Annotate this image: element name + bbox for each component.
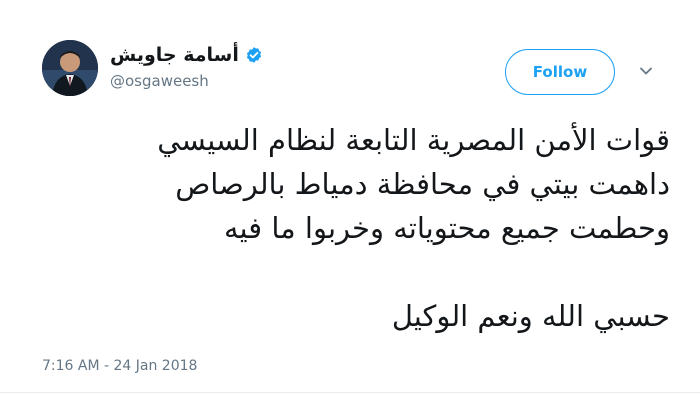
- avatar[interactable]: [42, 40, 98, 96]
- profile-photo-icon: [42, 40, 98, 96]
- tweet-text-line: قوات الأمن المصرية التابعة لنظام السيسي: [157, 123, 670, 157]
- tweet-card: أسامة جاويش @osgaweesh Follow قوات الأمن…: [0, 0, 700, 400]
- chevron-down-icon[interactable]: [639, 64, 653, 78]
- verified-badge-icon: [246, 47, 261, 63]
- tweet-text-line: حسبي الله ونعم الوكيل: [391, 299, 670, 333]
- tweet-timestamp[interactable]: 7:16 AM - 24 Jan 2018: [42, 358, 197, 374]
- paragraph-break: [60, 250, 670, 294]
- display-name[interactable]: أسامة جاويش: [110, 44, 239, 66]
- tweet-text: قوات الأمن المصرية التابعة لنظام السيسي …: [60, 118, 670, 338]
- user-info: أسامة جاويش @osgaweesh: [110, 44, 330, 90]
- name-row: أسامة جاويش: [110, 44, 330, 66]
- follow-button[interactable]: Follow: [505, 49, 615, 95]
- tweet-text-line: داهمت بيتي في محافظة دمياط بالرصاص: [175, 167, 670, 201]
- user-handle[interactable]: @osgaweesh: [110, 72, 330, 90]
- divider: [0, 392, 700, 393]
- tweet-text-line: وحطمت جميع محتوياته وخربوا ما فيه: [223, 211, 670, 245]
